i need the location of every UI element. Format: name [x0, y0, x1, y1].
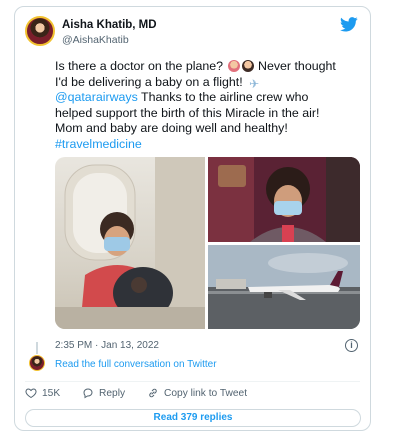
conversation-avatar — [29, 355, 45, 371]
info-icon[interactable]: i — [345, 339, 358, 352]
tweet-line-4: helped support the birth of this Miracle… — [55, 105, 320, 120]
heart-icon — [25, 388, 37, 399]
mention-qatarairways[interactable]: @qatarairways — [55, 90, 138, 104]
tweet-line-1: Is there a doctor on the plane? — [55, 59, 224, 73]
like-button[interactable]: 15K — [25, 387, 60, 399]
tweet-line-1-end: Never thought — [258, 59, 336, 73]
reply-label: Reply — [99, 387, 126, 399]
photo-doctor-holding-baby[interactable] — [55, 157, 205, 329]
reply-button[interactable]: Reply — [82, 387, 125, 399]
photo-doctor-selfie[interactable] — [208, 157, 360, 242]
like-count: 15K — [42, 387, 61, 399]
airplane-emoji-icon: ✈ — [249, 76, 260, 91]
tweet-line-2: I'd be delivering a baby on a flight! — [55, 74, 243, 89]
tweet-text: Is there a doctor on the plane? Never th… — [55, 59, 365, 153]
tweet-embed-card: Aisha Khatib, MD @AishaKhatib Is there a… — [14, 6, 371, 431]
photo-qatar-airways-plane[interactable] — [208, 245, 360, 329]
tweet-line-5: Mom and baby are doing well and healthy! — [55, 121, 288, 136]
author-handle[interactable]: @AishaKhatib — [62, 34, 129, 46]
copy-link-button[interactable]: Copy link to Tweet — [147, 387, 247, 399]
hashtag-travelmedicine[interactable]: #travelmedicine — [55, 137, 142, 151]
link-icon — [149, 388, 157, 398]
read-full-conversation-link[interactable]: Read the full conversation on Twitter — [55, 359, 217, 370]
divider — [25, 381, 360, 382]
tweet-timestamp[interactable]: 2:35 PM · Jan 13, 2022 — [55, 340, 159, 351]
read-replies-button[interactable]: Read 379 replies — [25, 409, 361, 427]
author-avatar[interactable] — [25, 16, 55, 46]
photo-grid — [55, 157, 360, 329]
tweet-line-3: Thanks to the airline crew who — [137, 90, 309, 105]
thread-line — [36, 342, 38, 354]
author-name[interactable]: Aisha Khatib, MD — [62, 19, 157, 31]
copy-link-label: Copy link to Tweet — [164, 387, 248, 399]
woman-health-worker-emoji-icon — [241, 60, 254, 72]
reply-bubble-icon — [83, 388, 93, 399]
woman-raising-hand-emoji-icon — [227, 60, 240, 72]
twitter-bird-icon[interactable] — [340, 17, 358, 32]
